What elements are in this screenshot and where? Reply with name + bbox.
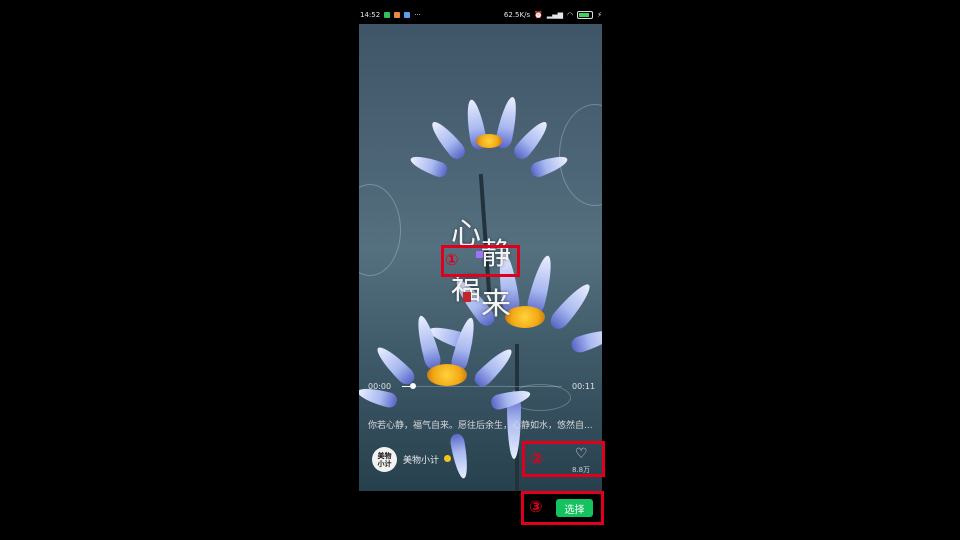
time-current: 00:00 — [368, 382, 392, 391]
author-avatar[interactable]: 美物 小计 — [372, 447, 397, 472]
battery-icon — [577, 11, 594, 19]
annotation-marker-2: ② — [530, 449, 544, 468]
ripple-decoration — [559, 104, 602, 206]
verified-badge-icon — [444, 455, 451, 462]
progress-bar[interactable] — [402, 386, 562, 387]
alarm-icon: ⏰ — [534, 11, 543, 19]
select-button[interactable]: 选择 — [556, 499, 593, 517]
avatar-text: 美物 小计 — [377, 451, 392, 468]
app-notification-icon — [384, 12, 391, 18]
wifi-icon: ◠ — [566, 11, 574, 19]
app-notification-icon — [404, 12, 411, 18]
annotation-marker-3: ③ — [529, 497, 543, 516]
video-caption[interactable]: 你若心静，福气自来。愿往后余生，心静如水，悠然自... — [368, 418, 594, 431]
network-speed: 62.5K/s — [503, 11, 531, 19]
seal-stamp — [463, 292, 471, 302]
author-name[interactable]: 美物小计 — [403, 453, 439, 466]
ripple-decoration — [359, 184, 401, 276]
time-total: 00:11 — [572, 382, 596, 391]
progress-knob[interactable] — [410, 383, 416, 389]
cursor-indicator — [476, 251, 483, 258]
status-bar: 14:52 ··· 62.5K/s ⏰ ▂▄▆ ◠ ⚡ — [360, 6, 602, 24]
status-time: 14:52 — [360, 11, 381, 19]
progress-fill — [402, 386, 410, 387]
annotation-marker-1: ① — [445, 250, 459, 269]
title-art-char: 来 — [481, 287, 511, 322]
charging-icon: ⚡ — [597, 11, 602, 19]
app-notification-icon — [394, 12, 401, 18]
more-notifications-icon: ··· — [414, 11, 421, 19]
signal-icon: ▂▄▆ — [546, 11, 563, 19]
